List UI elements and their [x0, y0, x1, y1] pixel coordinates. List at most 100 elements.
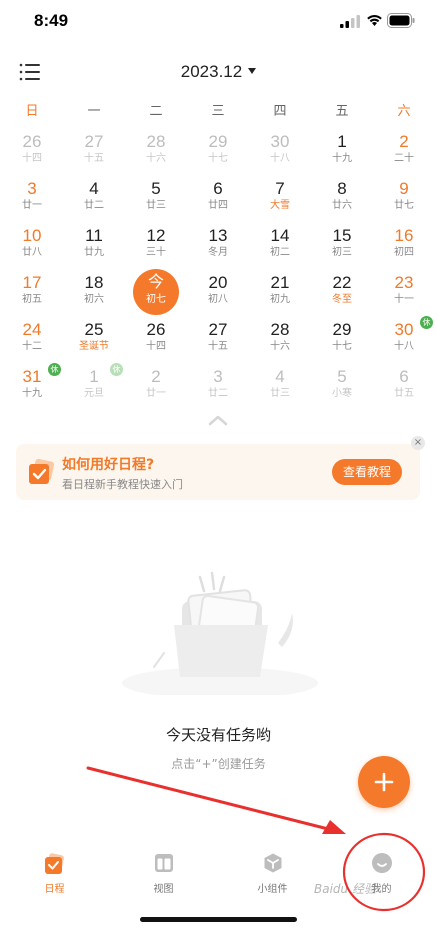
holiday-rest-badge: 休	[110, 363, 123, 376]
day-number: 27	[84, 132, 104, 151]
lunar-date: 廿四	[208, 200, 228, 211]
calendar-day[interactable]: 2 廿一	[125, 367, 187, 414]
schedule-check-icon	[29, 459, 54, 484]
day-number: 10	[22, 226, 42, 245]
lunar-date: 初七	[146, 294, 166, 305]
lunar-date: 冬月	[208, 247, 228, 258]
calendar-day[interactable]: 5 小寒	[311, 367, 373, 414]
lunar-date: 十六	[146, 153, 166, 164]
calendar-day[interactable]: 29 十七	[311, 320, 373, 367]
schedule-check-icon	[44, 853, 64, 874]
calendar-day[interactable]: 10 廿八	[1, 226, 63, 273]
tab-schedule[interactable]: 日程	[0, 840, 109, 900]
lunar-date: 十四	[146, 341, 166, 352]
calendar-day[interactable]: 6 廿四	[187, 179, 249, 226]
holiday-rest-badge: 休	[420, 316, 433, 329]
weekday-label: 三	[211, 104, 225, 119]
banner-close-button[interactable]: ×	[411, 436, 425, 450]
day-number: 27	[208, 320, 228, 339]
calendar-day[interactable]: 21 初九	[249, 273, 311, 320]
calendar-day[interactable]: 9 廿七	[373, 179, 435, 226]
day-number: 18	[84, 273, 104, 292]
calendar-day[interactable]: 23 十一	[373, 273, 435, 320]
lunar-date: 廿二	[208, 388, 228, 399]
calendar-day[interactable]: 2 二十	[373, 132, 435, 179]
calendar-day[interactable]: 26 十四	[125, 320, 187, 367]
lunar-date: 十四	[22, 153, 42, 164]
day-number: 26	[146, 320, 166, 339]
day-number: 30	[270, 132, 290, 151]
weekday-label: 四	[273, 104, 287, 119]
day-number: 28	[270, 320, 290, 339]
day-number: 21	[270, 273, 290, 292]
wifi-icon	[367, 15, 382, 26]
battery-icon	[387, 13, 415, 28]
calendar-day[interactable]: 30 十八休	[373, 316, 435, 367]
lunar-date: 十八	[270, 153, 290, 164]
calendar-day[interactable]: 24 十二	[1, 320, 63, 367]
calendar-day[interactable]: 18 初六	[63, 273, 125, 320]
lunar-date: 廿六	[332, 200, 352, 211]
calendar-day[interactable]: 14 初二	[249, 226, 311, 273]
calendar-day[interactable]: 30 十八	[249, 132, 311, 179]
chevron-up-icon[interactable]	[208, 414, 228, 426]
tab-view[interactable]: 视图	[109, 840, 218, 900]
weekday-label: 一	[87, 104, 101, 119]
day-number: 11	[85, 226, 103, 245]
month-selector[interactable]: 2023.12	[0, 62, 437, 82]
calendar-day[interactable]: 29 十七	[187, 132, 249, 179]
view-tutorial-button[interactable]: 查看教程	[332, 459, 402, 485]
calendar-day[interactable]: 16 初四	[373, 226, 435, 273]
calendar-day[interactable]: 28 十六	[125, 132, 187, 179]
calendar-day[interactable]: 5 廿三	[125, 179, 187, 226]
day-number: 26	[22, 132, 42, 151]
tab-widgets[interactable]: 小组件	[218, 840, 327, 900]
calendar-day[interactable]: 4 廿二	[63, 179, 125, 226]
calendar-day[interactable]: 15 初三	[311, 226, 373, 273]
calendar-day[interactable]: 27 十五	[187, 320, 249, 367]
calendar-day[interactable]: 25 圣诞节	[63, 320, 125, 367]
lunar-date: 大雪	[270, 200, 290, 211]
status-bar: 8:49	[0, 0, 437, 44]
widget-cube-icon	[264, 853, 281, 873]
calendar-day[interactable]: 11 廿九	[63, 226, 125, 273]
calendar-day[interactable]: 28 十六	[249, 320, 311, 367]
home-indicator[interactable]	[140, 917, 297, 922]
empty-state-title: 今天没有任务哟	[165, 726, 271, 744]
calendar-day[interactable]: 26 十四	[1, 132, 63, 179]
calendar-day[interactable]: 17 初五	[1, 273, 63, 320]
calendar-day[interactable]: 13 冬月	[187, 226, 249, 273]
lunar-date: 元旦	[84, 388, 104, 399]
add-task-button[interactable]	[358, 756, 410, 808]
day-number: 2	[399, 132, 409, 151]
tutorial-banner[interactable]: × 如何用好日程? 看日程新手教程快速入门 查看教程	[16, 436, 425, 500]
calendar-day[interactable]: 22 冬至	[311, 273, 373, 320]
calendar-day[interactable]: 8 廿六	[311, 179, 373, 226]
day-number: 15	[332, 226, 352, 245]
day-number: 4	[89, 179, 99, 198]
calendar-day[interactable]: 3 廿一	[1, 179, 63, 226]
calendar-week-row: 24 十二 25 圣诞节 26 十四 27 十五 28 十六 29 十七 30 十八休	[1, 316, 436, 367]
calendar-day[interactable]: 3 廿二	[187, 367, 249, 414]
day-number: 13	[208, 226, 228, 245]
day-number: 2	[151, 367, 161, 386]
calendar-day[interactable]: 20 初八	[187, 273, 249, 320]
day-number: 5	[151, 179, 161, 198]
calendar-header: 2023.12	[0, 52, 437, 96]
calendar-day[interactable]: 31 十九休	[1, 363, 63, 414]
calendar-day[interactable]: 1 元旦休	[63, 363, 125, 414]
day-number: 29	[332, 320, 352, 339]
calendar-day-today[interactable]: 今初七	[125, 269, 187, 320]
empty-folder-illustration	[122, 571, 318, 695]
lunar-date: 初六	[84, 294, 104, 305]
calendar-day[interactable]: 27 十五	[63, 132, 125, 179]
calendar-day[interactable]: 6 廿五	[373, 367, 435, 414]
lunar-date: 初三	[332, 247, 352, 258]
calendar-day[interactable]: 12 三十	[125, 226, 187, 273]
lunar-date: 十六	[270, 341, 290, 352]
calendar-day[interactable]: 4 廿三	[249, 367, 311, 414]
calendar-day[interactable]: 1 十九	[311, 132, 373, 179]
lunar-date: 圣诞节	[79, 341, 109, 352]
day-number: 8	[337, 179, 347, 198]
calendar-day[interactable]: 7 大雪	[249, 179, 311, 226]
